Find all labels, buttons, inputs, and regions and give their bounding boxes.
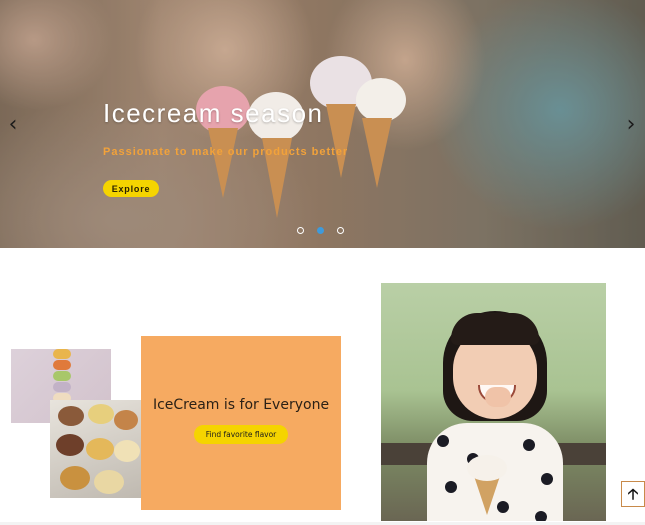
hero-subtitle: Passionate to make our products better bbox=[103, 146, 349, 158]
slide-indicator-3[interactable] bbox=[337, 227, 344, 234]
girl-eating-ice-cream-image bbox=[381, 283, 606, 521]
slide-indicator-1[interactable] bbox=[297, 227, 304, 234]
hero-title: Icecream season bbox=[103, 98, 324, 128]
ice-cream-cups-image bbox=[50, 400, 142, 498]
hero-slider: Icecream season Passionate to make our p… bbox=[0, 0, 645, 248]
polka-dot bbox=[535, 511, 547, 521]
arrow-up-icon[interactable]: 🡡 bbox=[621, 481, 645, 507]
polka-dot bbox=[445, 481, 457, 493]
hand bbox=[485, 387, 511, 407]
macaron bbox=[53, 382, 71, 392]
chevron-left-icon[interactable]: ‹ bbox=[4, 113, 22, 137]
find-flavor-button[interactable]: Find favorite flavor bbox=[194, 425, 288, 444]
cone bbox=[362, 118, 392, 188]
ice-cream-cup bbox=[114, 410, 138, 430]
chevron-right-icon[interactable]: › bbox=[622, 113, 640, 137]
scoop-vanilla bbox=[356, 78, 406, 122]
ice-cream-cup bbox=[86, 438, 114, 460]
ice-cream-cup bbox=[88, 404, 114, 424]
polka-dot bbox=[437, 435, 449, 447]
promo-title: IceCream is for Everyone bbox=[152, 397, 330, 413]
ice-cream-cup bbox=[58, 406, 84, 426]
slide-indicator-2[interactable] bbox=[317, 227, 324, 234]
macaron bbox=[53, 371, 71, 381]
promo-card: IceCream is for Everyone Find favorite f… bbox=[141, 336, 341, 510]
scoop-vanilla bbox=[467, 455, 507, 481]
ice-cream-cup bbox=[94, 470, 124, 494]
ice-cream-cup bbox=[56, 434, 84, 456]
macaron bbox=[53, 360, 71, 370]
ice-cream-cup bbox=[114, 440, 140, 462]
polka-dot bbox=[523, 439, 535, 451]
bangs bbox=[451, 313, 539, 345]
macaron bbox=[53, 349, 71, 359]
cone bbox=[208, 128, 238, 198]
ice-cream-cup bbox=[60, 466, 90, 490]
cone bbox=[326, 104, 356, 178]
explore-button[interactable]: Explore bbox=[103, 180, 159, 197]
polka-dot bbox=[541, 473, 553, 485]
